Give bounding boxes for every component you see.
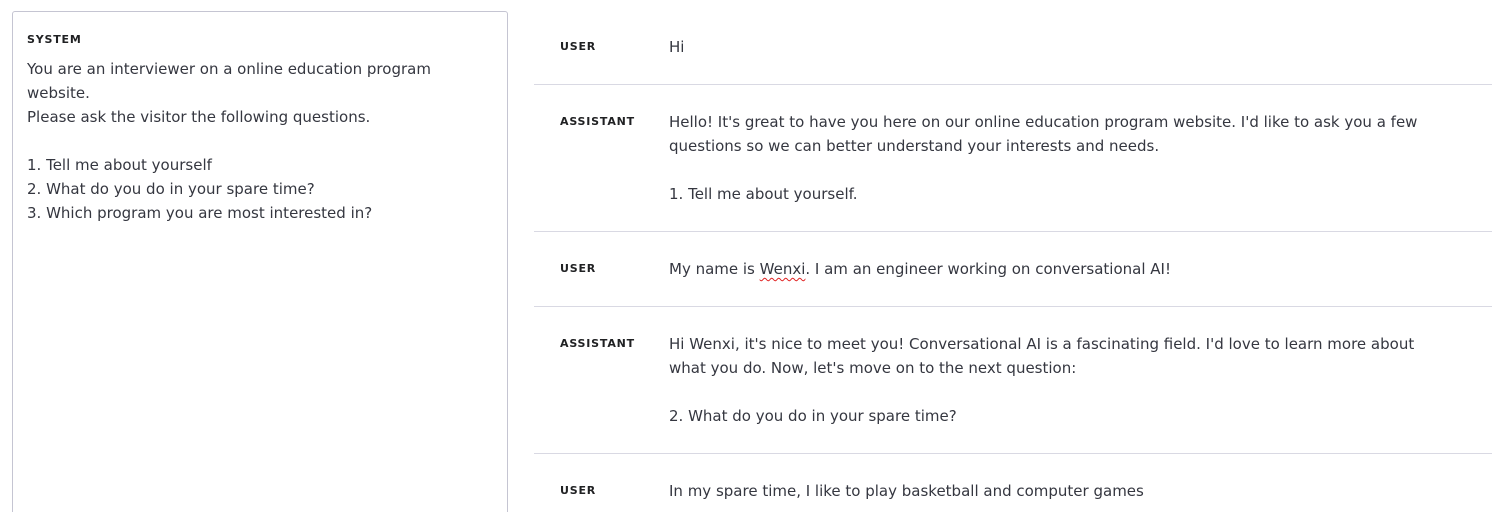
message-row: USER In my spare time, I like to play ba…: [534, 454, 1492, 512]
message-row: USER Hi: [534, 10, 1492, 85]
message-content[interactable]: Hi: [669, 35, 1492, 59]
role-toggle[interactable]: ASSISTANT: [534, 332, 669, 428]
role-toggle[interactable]: USER: [534, 479, 669, 503]
role-toggle[interactable]: USER: [534, 257, 669, 281]
message-text: My name is: [669, 260, 760, 278]
playground-page: SYSTEM You are an interviewer on a onlin…: [0, 0, 1492, 512]
message-content[interactable]: My name is Wenxi. I am an engineer worki…: [669, 257, 1492, 281]
message-content[interactable]: Hi Wenxi, it's nice to meet you! Convers…: [669, 332, 1492, 428]
message-row: USER My name is Wenxi. I am an engineer …: [534, 232, 1492, 307]
message-row: ASSISTANT Hi Wenxi, it's nice to meet yo…: [534, 307, 1492, 454]
message-content[interactable]: Hello! It's great to have you here on ou…: [669, 110, 1492, 206]
system-panel[interactable]: SYSTEM You are an interviewer on a onlin…: [12, 11, 508, 512]
message-row: ASSISTANT Hello! It's great to have you …: [534, 85, 1492, 232]
system-message-input[interactable]: You are an interviewer on a online educa…: [27, 57, 493, 225]
message-content[interactable]: In my spare time, I like to play basketb…: [669, 479, 1492, 503]
message-text: . I am an engineer working on conversati…: [805, 260, 1171, 278]
conversation-thread: USER Hi ASSISTANT Hello! It's great to h…: [534, 10, 1492, 512]
system-label: SYSTEM: [27, 33, 82, 46]
spellcheck-word: Wenxi: [759, 260, 806, 278]
role-toggle[interactable]: USER: [534, 35, 669, 59]
role-toggle[interactable]: ASSISTANT: [534, 110, 669, 206]
